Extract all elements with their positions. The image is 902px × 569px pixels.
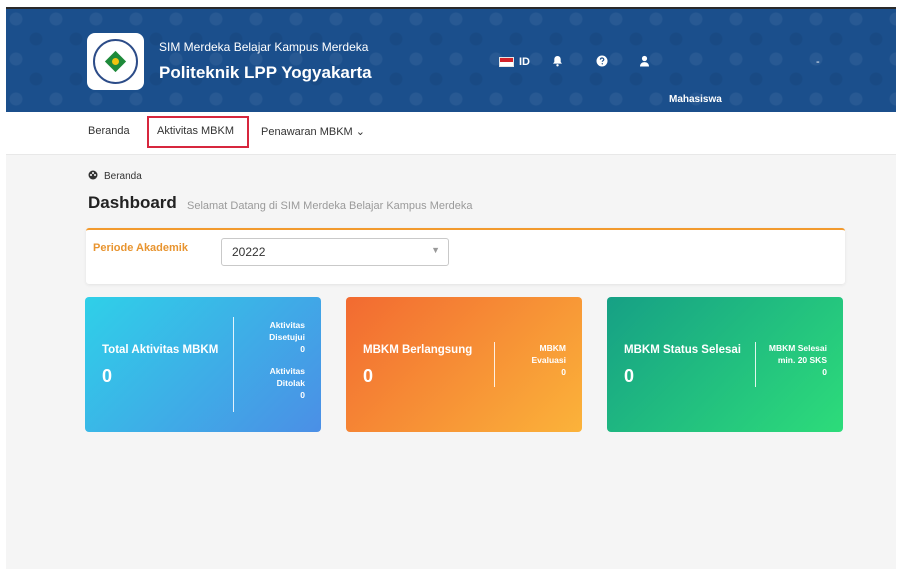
caret-down-icon: ⌄ <box>355 126 365 138</box>
card-divider <box>755 342 756 387</box>
page-title: Dashboard <box>88 193 177 212</box>
card-total-aktivitas[interactable]: Total Aktivitas MBKM 0 Aktivitas Disetuj… <box>85 297 321 432</box>
card-mbkm-selesai[interactable]: MBKM Status Selesai 0 MBKM Selesai min. … <box>607 297 843 432</box>
breadcrumb: Beranda <box>88 170 142 183</box>
card-side-sks: MBKM Selesai min. 20 SKS 0 <box>769 342 827 378</box>
nav-aktivitas-mbkm[interactable]: Aktivitas MBKM <box>157 125 234 137</box>
side-label-line2: Disetujui <box>269 332 305 342</box>
card-side-approved: Aktivitas Disetujui 0 <box>269 319 305 355</box>
card-value: 0 <box>363 366 374 386</box>
nav-beranda[interactable]: Beranda <box>88 125 130 137</box>
card-value: 0 <box>102 366 113 386</box>
side-label-line2: min. 20 SKS <box>777 355 827 365</box>
user-icon[interactable] <box>639 55 650 70</box>
nav-penawaran-mbkm[interactable]: Penawaran MBKM ⌄ <box>261 125 365 138</box>
side-value: 0 <box>300 344 305 354</box>
header: SIM Merdeka Belajar Kampus Merdeka Polit… <box>6 9 896 112</box>
period-select[interactable]: 20222 ▼ <box>221 238 449 266</box>
card-divider <box>494 342 495 387</box>
caret-down-icon: ▼ <box>431 245 440 255</box>
card-side-rejected: Aktivitas Ditolak 0 <box>270 365 305 401</box>
language-switch[interactable]: ID <box>499 56 530 68</box>
logo-center-dot <box>112 58 119 65</box>
side-value: 0 <box>561 367 566 377</box>
side-label-line1: MBKM Selesai <box>768 343 827 353</box>
card-title: Total Aktivitas MBKM <box>102 344 219 356</box>
side-label-line2: Evaluasi <box>531 355 567 365</box>
side-label-line1: Aktivitas <box>269 366 305 376</box>
language-label: ID <box>519 56 530 68</box>
period-value: 20222 <box>232 245 266 259</box>
card-title: MBKM Berlangsung <box>363 344 473 356</box>
app-subtitle: SIM Merdeka Belajar Kampus Merdeka <box>159 40 369 54</box>
user-extra: - <box>816 56 820 68</box>
flag-icon <box>499 57 514 67</box>
side-value: 0 <box>300 390 305 400</box>
logo[interactable] <box>87 33 144 90</box>
dashboard-icon <box>88 170 98 183</box>
card-title: MBKM Status Selesai <box>624 344 741 356</box>
bell-icon[interactable] <box>552 55 563 70</box>
nav-penawaran-label: Penawaran MBKM <box>261 126 353 138</box>
side-label-line2: Ditolak <box>276 378 305 388</box>
user-role[interactable]: Mahasiswa <box>669 94 722 105</box>
main-nav: Beranda Aktivitas MBKM Penawaran MBKM ⌄ <box>6 112 896 155</box>
side-label-line1: Aktivitas <box>269 320 305 330</box>
period-panel: Periode Akademik 20222 ▼ <box>86 228 845 284</box>
help-icon[interactable] <box>596 55 608 70</box>
logo-emblem <box>93 39 138 84</box>
card-value: 0 <box>624 366 635 386</box>
period-label: Periode Akademik <box>93 242 188 254</box>
side-value: 0 <box>822 367 827 377</box>
card-side-evaluasi: MBKM Evaluasi 0 <box>532 342 567 378</box>
breadcrumb-label[interactable]: Beranda <box>104 171 142 182</box>
app-frame: SIM Merdeka Belajar Kampus Merdeka Polit… <box>6 7 896 569</box>
card-divider <box>233 317 234 412</box>
side-label-line1: MBKM <box>539 343 566 353</box>
page-subtitle: Selamat Datang di SIM Merdeka Belajar Ka… <box>187 200 473 212</box>
institution-title: Politeknik LPP Yogyakarta <box>159 63 372 82</box>
card-mbkm-berlangsung[interactable]: MBKM Berlangsung 0 MBKM Evaluasi 0 <box>346 297 582 432</box>
